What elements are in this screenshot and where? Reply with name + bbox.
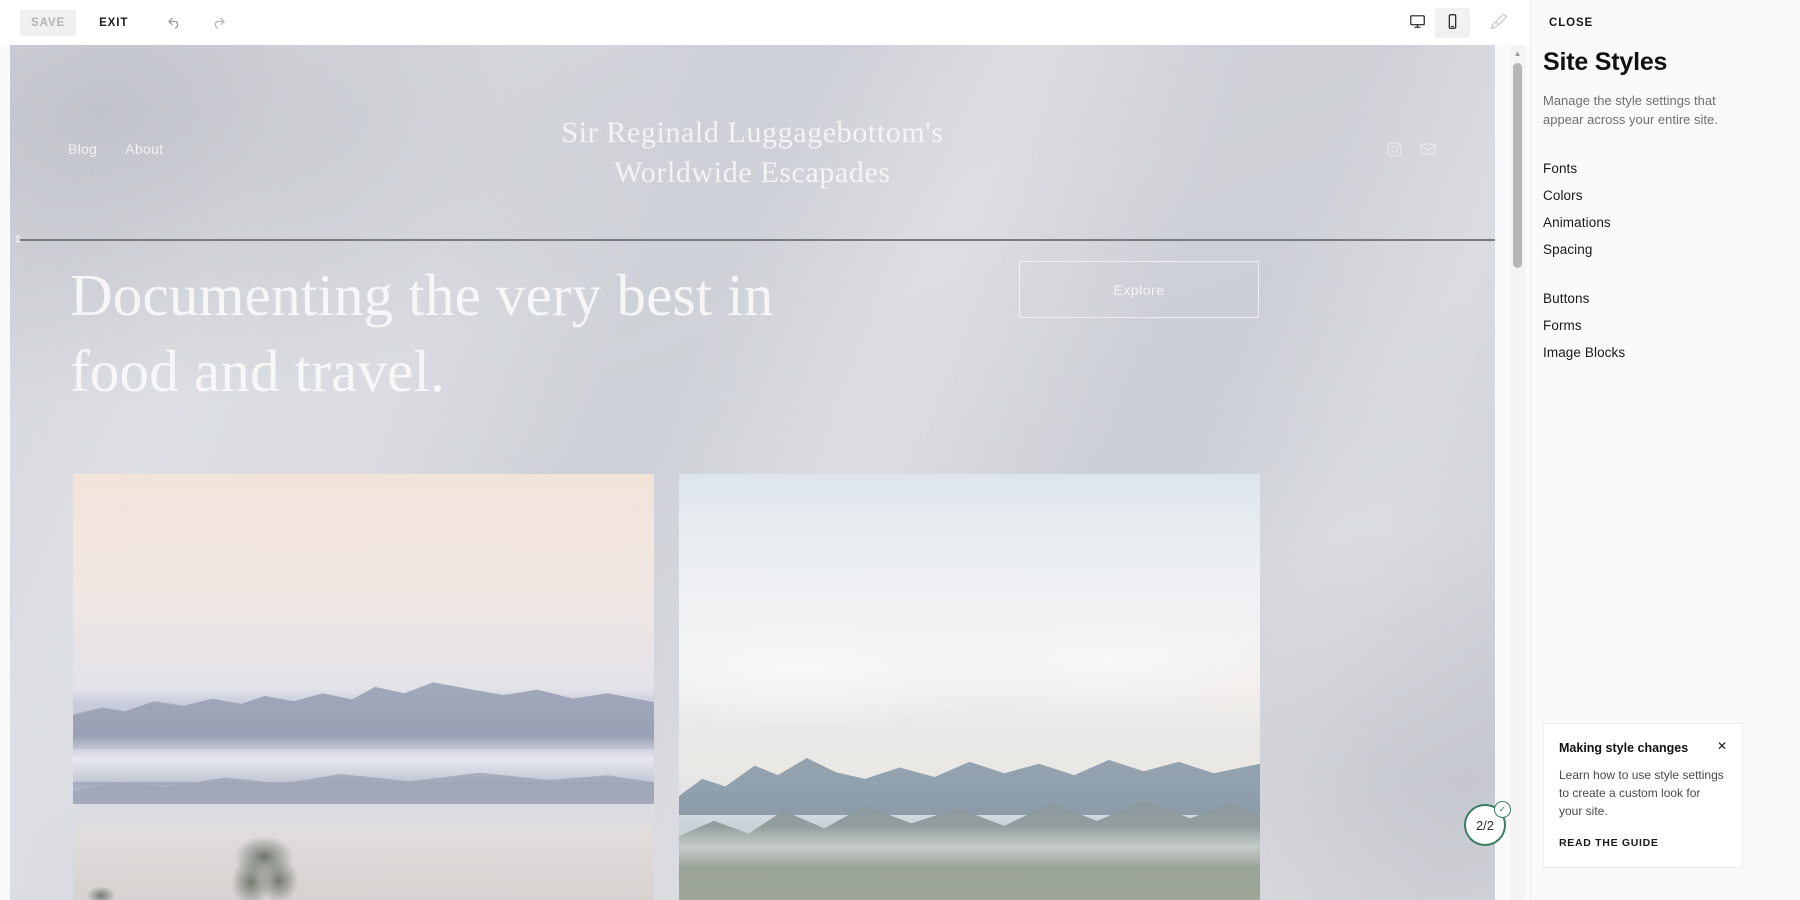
photo1-tree-small	[81, 880, 121, 900]
site-title-line-1: Sir Reginald Luggagebottom's	[561, 116, 944, 149]
panel-title: Site Styles	[1543, 48, 1668, 76]
envelope-icon[interactable]	[1419, 140, 1437, 163]
save-button[interactable]: SAVE	[20, 9, 77, 36]
panel-item-colors[interactable]: Colors	[1543, 182, 1788, 209]
site-styles-panel: CLOSE Site Styles Manage the style setti…	[1530, 0, 1800, 900]
editor-region: SAVE EXIT Blog About Sir Reginald Luggag…	[0, 0, 1530, 900]
hero-heading-line-2: food and travel.	[70, 338, 446, 404]
site-title[interactable]: Sir Reginald Luggagebottom's Worldwide E…	[10, 113, 1495, 193]
panel-item-forms[interactable]: Forms	[1543, 312, 1788, 339]
scrollbar-thumb[interactable]	[1513, 63, 1522, 268]
site-header[interactable]: Blog About Sir Reginald Luggagebottom's …	[10, 45, 1495, 240]
page-progress-badge[interactable]: 2/2 ✓	[1464, 801, 1511, 846]
site-social-links	[1386, 140, 1437, 163]
device-preview-toggle	[1400, 7, 1470, 38]
site-title-line-2: Worldwide Escapades	[614, 156, 891, 189]
hero-heading-line-1: Documenting the very best in	[70, 262, 774, 328]
site-preview-canvas[interactable]: Blog About Sir Reginald Luggagebottom's …	[10, 45, 1510, 900]
panel-item-image-blocks[interactable]: Image Blocks	[1543, 339, 1788, 366]
close-x-icon[interactable]: ✕	[1709, 740, 1727, 752]
photo1-tree	[218, 836, 310, 900]
redo-arrow-icon	[209, 12, 228, 34]
page-progress-label: 2/2	[1475, 817, 1495, 833]
style-brush-button[interactable]	[1482, 6, 1516, 40]
instagram-icon[interactable]	[1386, 141, 1403, 163]
help-card-body: Learn how to use style settings to creat…	[1559, 768, 1724, 818]
section-resize-handle[interactable]: ⇕	[12, 234, 24, 246]
undo-button[interactable]	[157, 6, 191, 40]
desktop-view-button[interactable]	[1400, 7, 1435, 38]
header-section-divider[interactable]	[20, 239, 1495, 241]
undo-arrow-icon	[165, 12, 184, 34]
chevron-up-icon[interactable]: ▲	[1510, 46, 1525, 60]
paintbrush-icon	[1489, 11, 1509, 34]
panel-group-secondary: Buttons Forms Image Blocks	[1543, 285, 1788, 366]
canvas-scrollbar[interactable]: ▲	[1510, 45, 1525, 900]
panel-item-fonts[interactable]: Fonts	[1543, 155, 1788, 182]
panel-item-spacing[interactable]: Spacing	[1543, 236, 1788, 263]
panel-body: Site Styles Manage the style settings th…	[1543, 48, 1788, 388]
panel-item-animations[interactable]: Animations	[1543, 209, 1788, 236]
gallery-image-1[interactable]	[73, 474, 654, 900]
help-card: Making style changes ✕ Learn how to use …	[1543, 723, 1743, 868]
desktop-monitor-icon	[1409, 13, 1426, 33]
panel-group-primary: Fonts Colors Animations Spacing	[1543, 155, 1788, 263]
toolbar-left-group: SAVE EXIT	[0, 6, 235, 40]
hero-heading[interactable]: Documenting the very best in food and tr…	[70, 257, 870, 409]
editor-toolbar: SAVE EXIT	[0, 0, 1530, 45]
help-card-title: Making style changes	[1559, 741, 1689, 755]
exit-button[interactable]: EXIT	[88, 10, 139, 36]
photo2-clouds	[679, 594, 1260, 744]
check-icon: ✓	[1494, 801, 1511, 818]
panel-item-buttons[interactable]: Buttons	[1543, 285, 1788, 312]
toolbar-right-group	[1400, 6, 1530, 40]
site-frame: Blog About Sir Reginald Luggagebottom's …	[10, 45, 1495, 900]
editor-app: SAVE EXIT Blog About Sir Reginald Luggag…	[0, 0, 1800, 900]
mobile-phone-icon	[1444, 13, 1461, 33]
photo1-mist	[73, 736, 654, 782]
read-the-guide-link[interactable]: READ THE GUIDE	[1559, 837, 1659, 849]
explore-button[interactable]: Explore	[1019, 261, 1259, 318]
gallery-image-2[interactable]	[679, 474, 1260, 900]
photo1-lake	[73, 804, 654, 900]
panel-close-button[interactable]: CLOSE	[1543, 13, 1599, 33]
panel-description: Manage the style settings that appear ac…	[1543, 93, 1718, 127]
image-gallery	[73, 474, 1260, 900]
mobile-view-button[interactable]	[1435, 8, 1470, 38]
photo2-valley-mist	[679, 826, 1260, 868]
help-card-header: Making style changes ✕	[1559, 740, 1727, 756]
redo-button[interactable]	[201, 6, 235, 40]
